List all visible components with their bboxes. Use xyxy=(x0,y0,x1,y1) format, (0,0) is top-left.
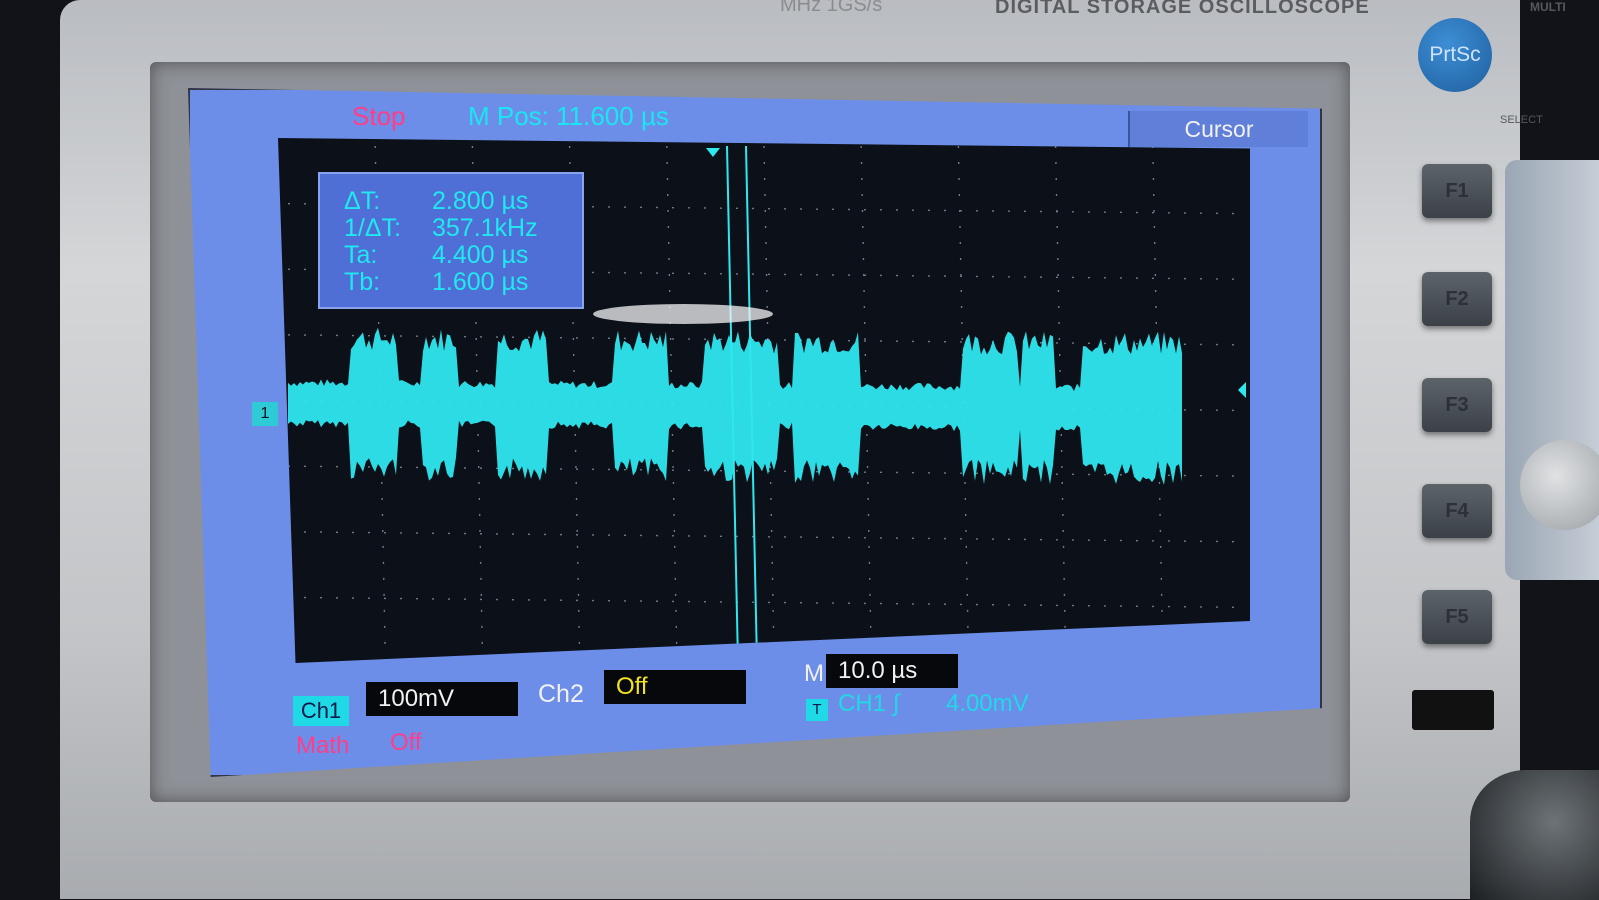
select-label: SELECT xyxy=(1500,114,1543,126)
readout-row: 1/ΔT: 357.1kHz xyxy=(344,215,582,242)
trigger-position-marker xyxy=(706,148,720,157)
timebase-prefix: M xyxy=(804,660,824,687)
run-state: Stop xyxy=(352,101,406,131)
ch2-label: Ch2 xyxy=(538,680,584,708)
f1-button[interactable]: F1 xyxy=(1422,164,1492,218)
timebase-value: 10.0 µs xyxy=(826,654,958,688)
readout-key: Ta: xyxy=(344,241,378,269)
readout-row: Ta: 4.400 µs xyxy=(344,242,582,269)
math-label: Math xyxy=(296,732,350,759)
cursor-readout-panel: ΔT: 2.800 µs 1/ΔT: 357.1kHz Ta: 4.400 µs Tb… xyxy=(318,172,584,309)
device-brand-label: DIGITAL STORAGE OSCILLOSCOPE xyxy=(995,0,1370,18)
readout-value: 4.400 µs xyxy=(432,241,529,269)
ch2-state: Off xyxy=(604,670,746,704)
trigger-level: 4.00mV xyxy=(945,690,1029,717)
readout-key: Tb: xyxy=(344,268,381,296)
ch1-waveform xyxy=(288,327,1182,485)
readout-key: ΔT: xyxy=(344,187,381,215)
brand-partial: MHz 1GS/s xyxy=(780,0,883,16)
screen-glare xyxy=(593,304,773,324)
math-state: Off xyxy=(390,729,422,756)
trigger-slope-icon: ∫ xyxy=(892,690,900,717)
m-pos-readout: M Pos: 11.600 µs xyxy=(468,101,669,131)
ch1-scale: 100mV xyxy=(366,682,518,716)
usb-port xyxy=(1412,690,1494,730)
trigger-source: CH1 xyxy=(838,690,887,717)
trigger-level-marker xyxy=(1238,382,1246,398)
ch1-ground-marker: 1 xyxy=(252,402,278,426)
menu-title-cursor: Cursor xyxy=(1128,111,1308,147)
f3-button[interactable]: F3 xyxy=(1422,378,1492,432)
readout-value: 357.1kHz xyxy=(432,214,538,242)
readout-row: Tb: 1.600 µs xyxy=(344,269,582,296)
readout-value: 1.600 µs xyxy=(432,268,529,296)
probe-cable xyxy=(1470,770,1599,900)
readout-row: ΔT: 2.800 µs xyxy=(344,188,582,215)
trigger-info: CH1 ∫ 4.00mV xyxy=(838,690,1029,718)
ch1-label: Ch1 xyxy=(293,696,349,726)
readout-value: 2.800 µs xyxy=(432,187,529,215)
f2-button[interactable]: F2 xyxy=(1422,272,1492,326)
multi-label: MULTI xyxy=(1530,0,1566,14)
readout-key: 1/ΔT: xyxy=(344,214,401,242)
f5-button[interactable]: F5 xyxy=(1422,590,1492,644)
prtsc-button[interactable]: PrtSc xyxy=(1418,18,1492,92)
grid-line xyxy=(287,531,1245,543)
trigger-icon: T xyxy=(806,699,828,721)
f4-button[interactable]: F4 xyxy=(1422,484,1492,538)
grid-line xyxy=(287,596,1245,609)
